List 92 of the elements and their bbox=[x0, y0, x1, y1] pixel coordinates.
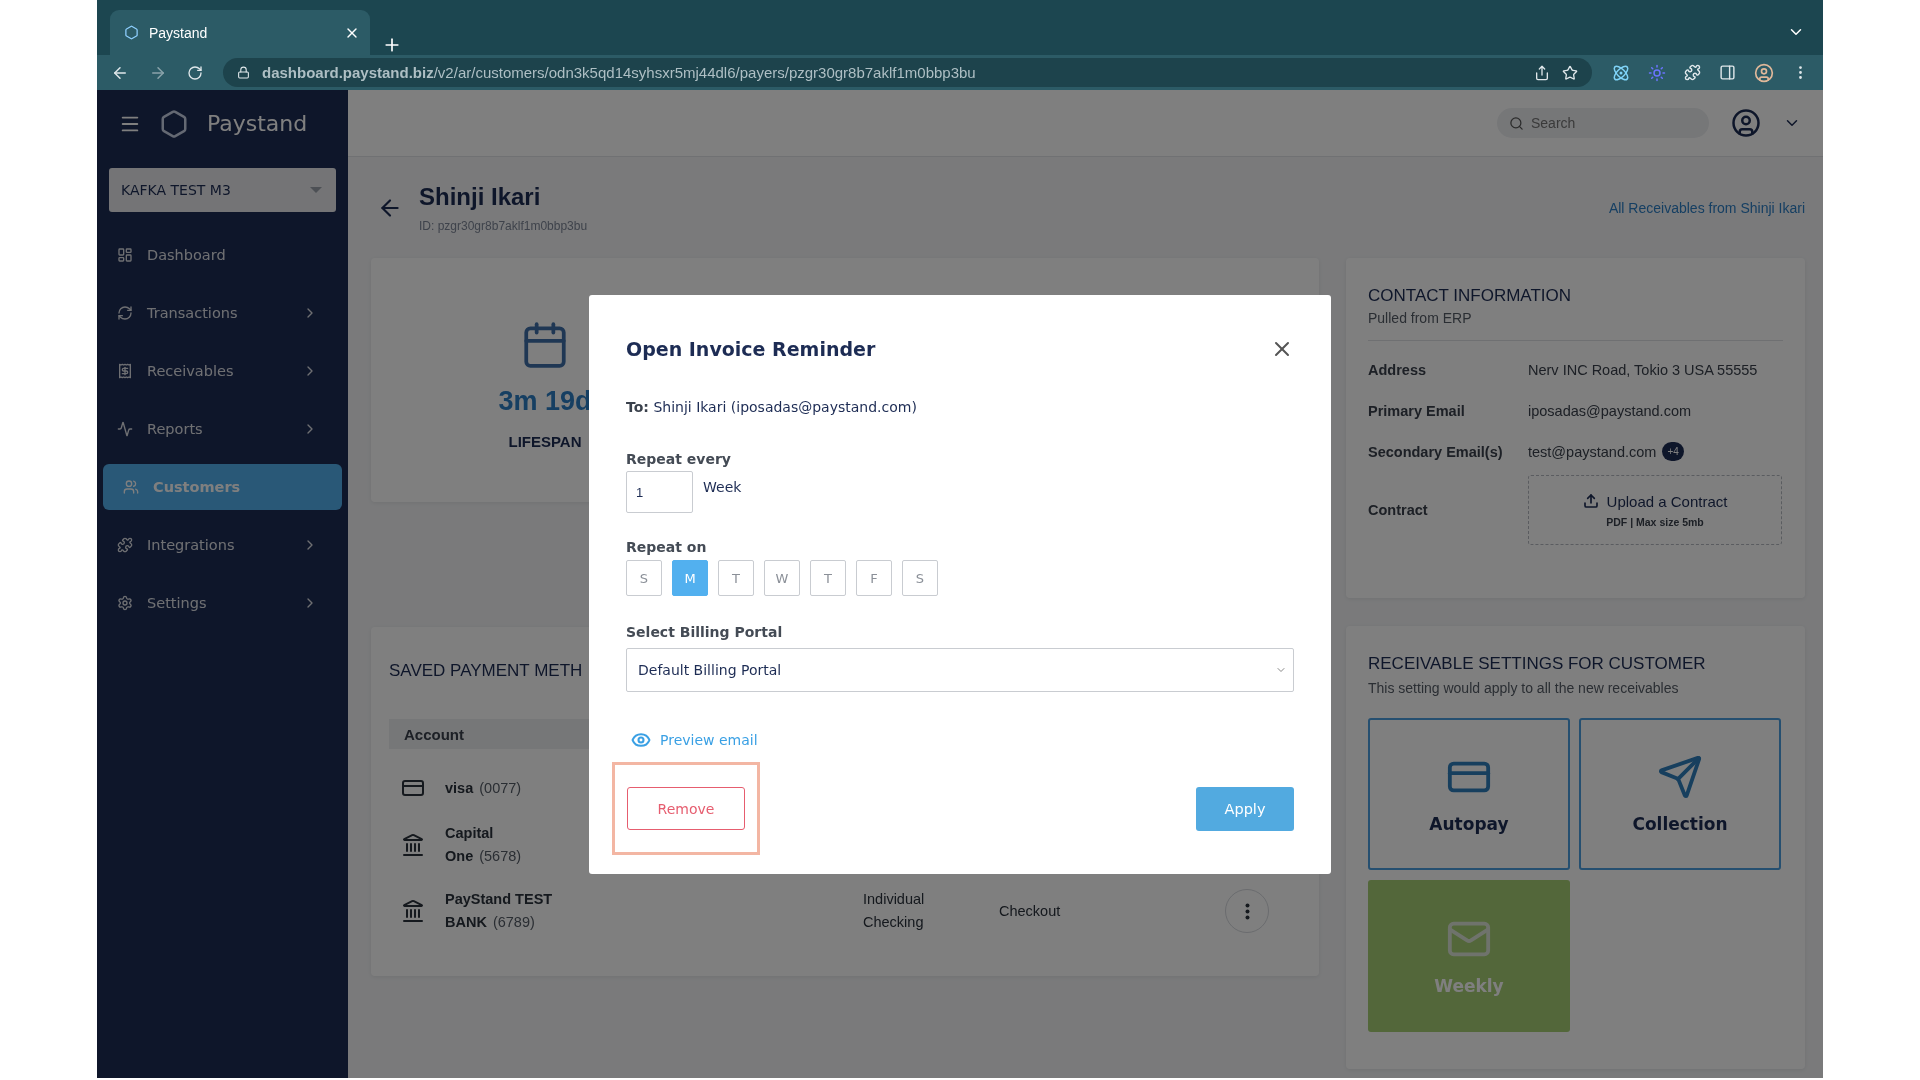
all-receivables-link[interactable]: All Receivables from Shinji Ikari bbox=[1608, 200, 1805, 216]
sidebar-item[interactable]: Receivables bbox=[103, 348, 342, 394]
portal-select[interactable]: Default Billing Portal bbox=[626, 648, 1294, 692]
receipt-icon bbox=[117, 363, 133, 379]
eye-icon bbox=[631, 730, 651, 750]
sidebar-item-label: Settings bbox=[147, 595, 208, 611]
weekday-toggle[interactable]: W bbox=[764, 560, 800, 596]
upload-dropzone[interactable]: Upload a Contract PDF | Max size 5mb bbox=[1528, 475, 1782, 545]
settings-icon bbox=[117, 595, 133, 611]
address-bar[interactable]: dashboard.paystand.biz/v2/ar/customers/odn3k5qd14syhsxr5mj44dl6/payers/pzgr30gr8b7aklf1m0bbp3bu bbox=[223, 58, 1592, 87]
url-text: dashboard.paystand.biz/v2/ar/customers/odn3k5qd14syhsxr5mj44dl6/payers/pzgr30gr8b7aklf1m0bbp3bu bbox=[262, 64, 977, 81]
browser-tab[interactable]: Paystand bbox=[110, 10, 370, 55]
field-label: Repeat on bbox=[626, 539, 708, 555]
table-cell-text: Checkout bbox=[999, 901, 1062, 921]
avatar-icon[interactable] bbox=[1754, 62, 1774, 83]
weekday-toggle[interactable]: M bbox=[672, 560, 708, 596]
weekday-toggle[interactable]: T bbox=[718, 560, 754, 596]
weekday-toggle[interactable]: S bbox=[902, 560, 938, 596]
bank-icon bbox=[401, 833, 425, 857]
sidebar-item[interactable]: Customers bbox=[103, 464, 342, 510]
sidebar-item[interactable]: Reports bbox=[103, 406, 342, 452]
weekday-toggle[interactable]: S bbox=[626, 560, 662, 596]
sidebar-item-label: Integrations bbox=[147, 537, 236, 553]
sidebar-item[interactable]: Dashboard bbox=[103, 232, 342, 278]
users-icon bbox=[123, 479, 139, 495]
pulse-icon bbox=[117, 421, 133, 437]
count-badge: +4 bbox=[1662, 442, 1684, 461]
remove-button[interactable]: Remove bbox=[627, 787, 745, 830]
search-field[interactable]: Search bbox=[1497, 108, 1709, 138]
field-label: Primary Email bbox=[1368, 402, 1466, 419]
send-icon bbox=[1657, 754, 1703, 800]
brand-name: Paystand bbox=[207, 111, 308, 136]
more-icon bbox=[1244, 902, 1250, 920]
sidebar-item-label: Customers bbox=[153, 479, 242, 495]
table-cell-text: Individual Checking bbox=[863, 890, 926, 932]
upload-icon bbox=[1582, 493, 1599, 509]
interval-unit: Week bbox=[703, 479, 742, 495]
star-icon[interactable] bbox=[1562, 64, 1578, 81]
sidebar-item[interactable]: Transactions bbox=[103, 290, 342, 336]
share-icon[interactable] bbox=[1534, 64, 1550, 81]
weekday-toggle[interactable]: T bbox=[810, 560, 846, 596]
field-value: Nerv INC Road, Tokio 3 USA 55555 bbox=[1528, 361, 1758, 378]
account-cell-text: visa (0077) bbox=[445, 778, 523, 798]
side-panel-icon[interactable] bbox=[1719, 64, 1736, 81]
organization-select[interactable]: KAFKA TEST M3 bbox=[109, 168, 336, 212]
card-title: RECEIVABLE SETTINGS FOR CUSTOMER bbox=[1368, 654, 1706, 674]
card-subtitle: This setting would apply to all the new receivables bbox=[1368, 680, 1680, 696]
preview-email-link[interactable]: Preview email bbox=[631, 730, 758, 750]
column-header: Account bbox=[404, 725, 464, 743]
apply-button[interactable]: Apply bbox=[1196, 786, 1294, 831]
field-label: Address bbox=[1368, 361, 1428, 378]
sidebar-item-label: Receivables bbox=[147, 363, 235, 379]
card-title: SAVED PAYMENT METH bbox=[389, 661, 583, 681]
setting-tile[interactable]: Autopay bbox=[1368, 718, 1570, 870]
lock-icon bbox=[237, 66, 250, 79]
account-cell-text: PayStand TEST BANK (6789) bbox=[445, 890, 554, 932]
dialog-title: Open Invoice Reminder bbox=[626, 338, 876, 360]
weekday-toggle[interactable]: F bbox=[856, 560, 892, 596]
puzzle-icon[interactable] bbox=[1684, 64, 1701, 81]
card-subtitle: Pulled from ERP bbox=[1368, 310, 1473, 326]
search-icon bbox=[1509, 115, 1524, 131]
sync-icon bbox=[117, 305, 133, 321]
atom-icon[interactable] bbox=[1612, 63, 1630, 82]
reload-icon[interactable] bbox=[187, 64, 203, 81]
field-label: Repeat every bbox=[626, 451, 732, 467]
sidebar-item-label: Transactions bbox=[147, 305, 239, 321]
setting-tile[interactable]: Collection bbox=[1579, 718, 1781, 870]
sidebar-item-label: Reports bbox=[147, 421, 204, 437]
card-title: CONTACT INFORMATION bbox=[1368, 286, 1572, 306]
caret-icon bbox=[310, 187, 322, 193]
sidebar-item-label: Dashboard bbox=[147, 247, 227, 263]
lifespan-label: LIFESPAN bbox=[508, 433, 582, 450]
field-label: Secondary Email(s) bbox=[1368, 443, 1504, 460]
field-value: test@paystand.com bbox=[1528, 443, 1657, 460]
upload-hint: PDF | Max size 5mb bbox=[1606, 515, 1704, 528]
field-label: Select Billing Portal bbox=[626, 624, 784, 640]
dashboard-icon bbox=[117, 247, 133, 263]
field-label: Contract bbox=[1368, 502, 1429, 518]
user-icon[interactable] bbox=[1731, 108, 1761, 138]
tab-title: Paystand bbox=[149, 24, 209, 41]
interval-input[interactable]: 1 bbox=[626, 471, 693, 513]
bank-icon bbox=[401, 899, 425, 923]
field-value: iposadas@paystand.com bbox=[1528, 402, 1692, 419]
recipient-text: To: Shinji Ikari (iposadas@paystand.com) bbox=[626, 399, 918, 415]
customer-id: ID: pzgr30gr8b7aklf1m0bbp3bu bbox=[419, 218, 589, 233]
upload-label: Upload a Contract bbox=[1582, 492, 1728, 510]
lifespan-value: 3m 19d bbox=[498, 386, 592, 417]
sidebar-item[interactable]: Integrations bbox=[103, 522, 342, 568]
account-cell-text: Capital One (5678) bbox=[445, 824, 523, 866]
sidebar-item[interactable]: Settings bbox=[103, 580, 342, 626]
customer-name: Shinji Ikari bbox=[419, 182, 542, 211]
puzzle-icon bbox=[117, 537, 133, 553]
